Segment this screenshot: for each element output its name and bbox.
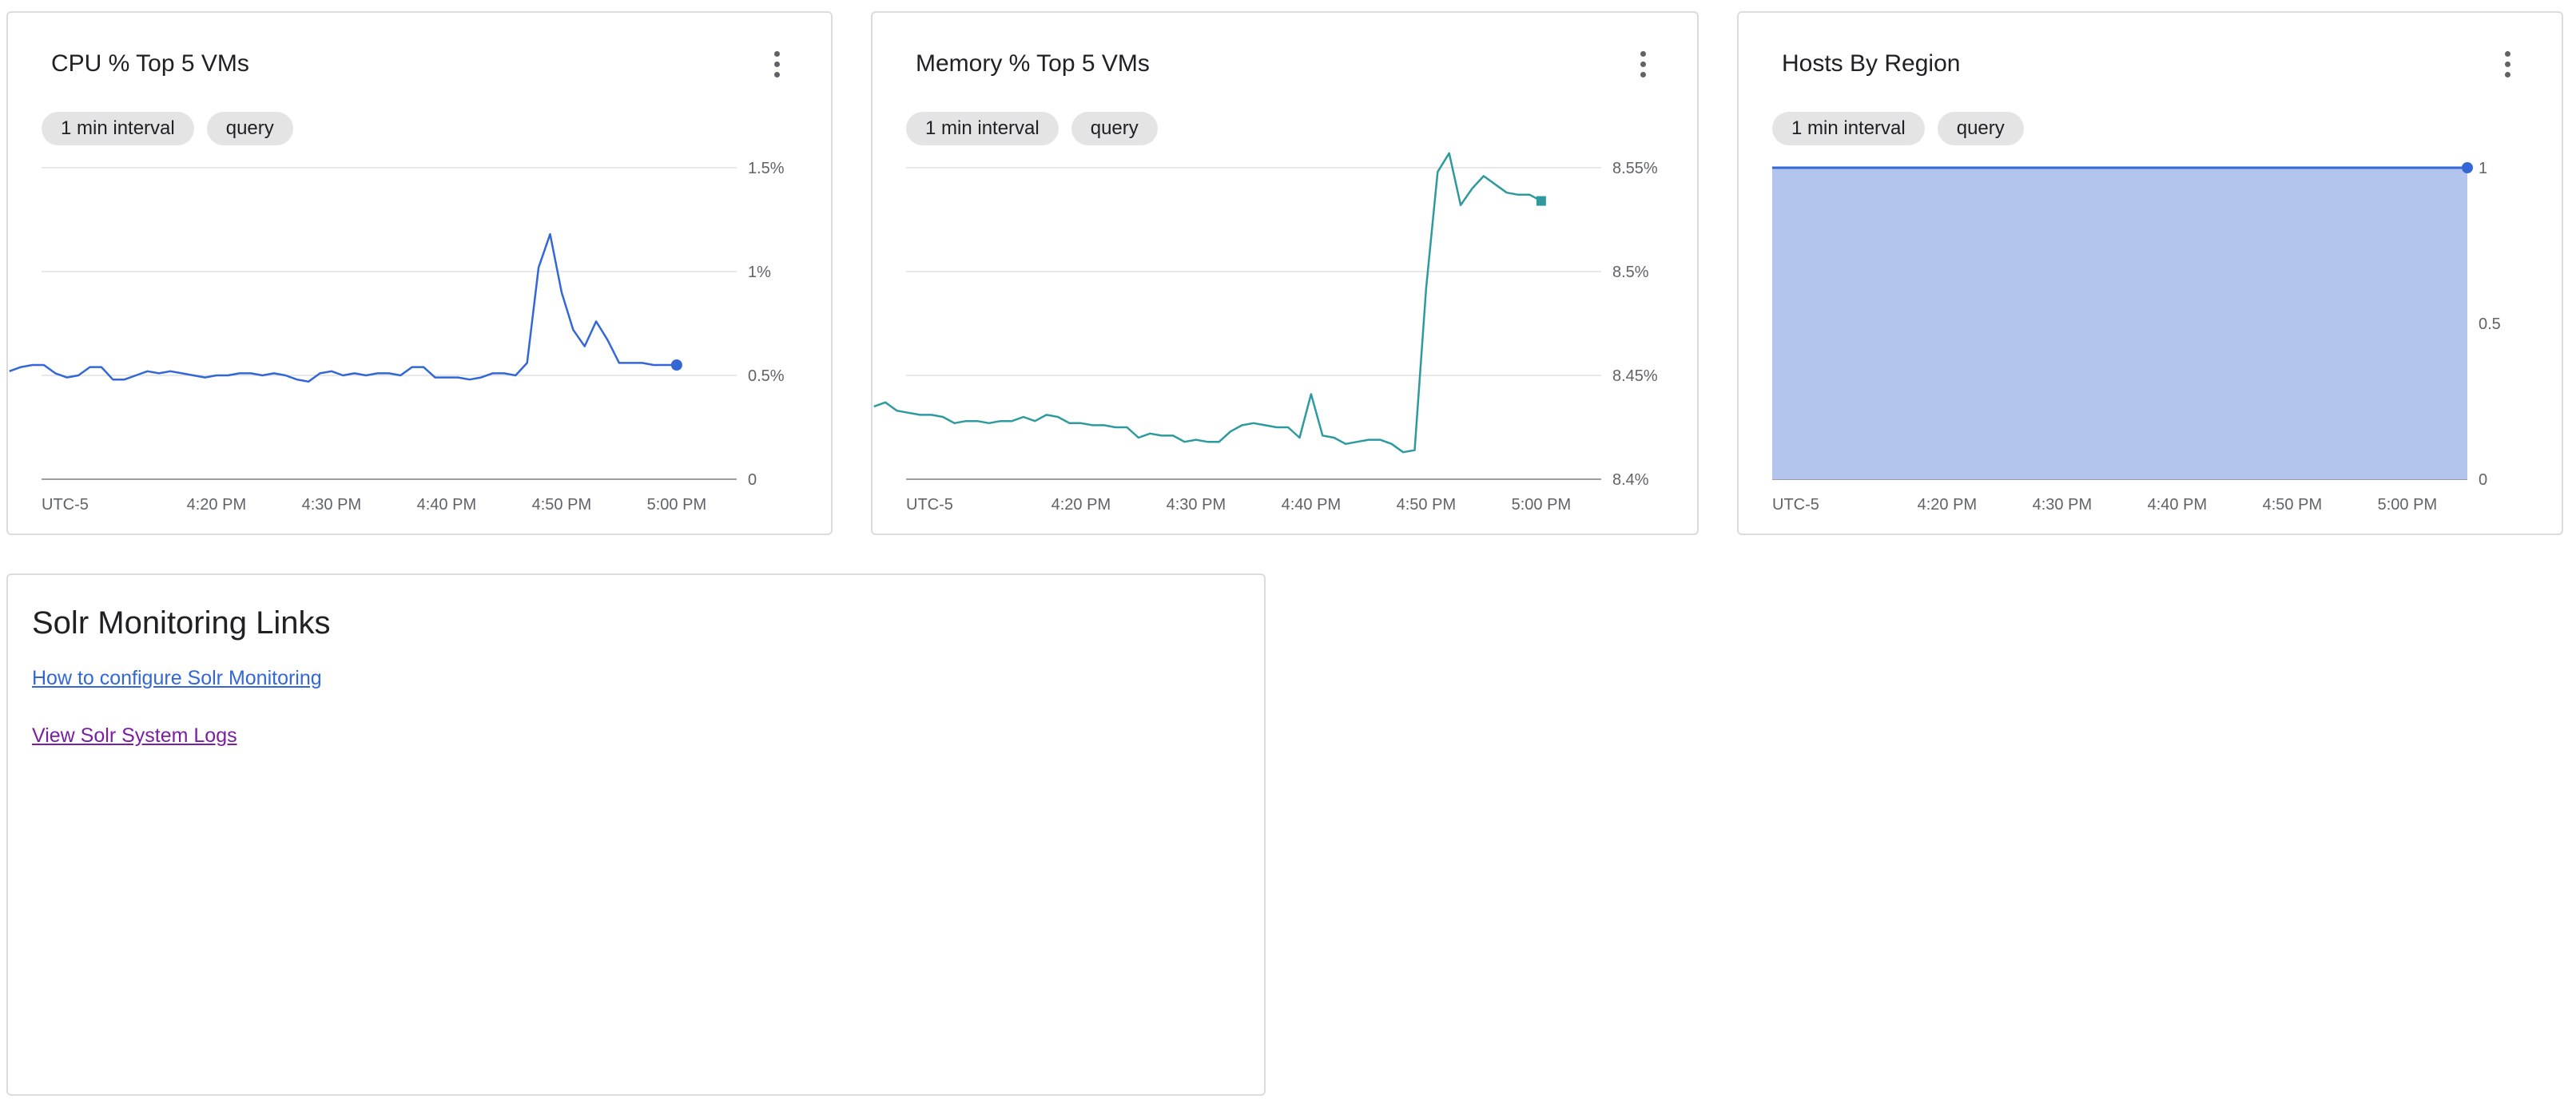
more-vert-icon[interactable] — [761, 48, 793, 80]
y-tick-label: 1.5% — [748, 160, 785, 177]
memory-chart: 8.4% 8.45% 8.5% 8.55% UTC-5 4:20 PM 4:30 PM 4:4… — [873, 152, 1658, 514]
y-tick-label: 0 — [2479, 471, 2487, 489]
series-endpoint — [1536, 196, 1546, 206]
series-line — [873, 152, 1542, 454]
area-fill — [1772, 168, 2467, 479]
x-tick-label: 4:30 PM — [2033, 496, 2092, 514]
timezone-label: UTC-5 — [1772, 496, 1819, 514]
links-card-title: Solr Monitoring Links — [32, 605, 331, 641]
more-vert-icon[interactable] — [1627, 48, 1659, 80]
x-tick-label: 4:50 PM — [2263, 496, 2322, 514]
x-tick-label: 4:50 PM — [532, 496, 591, 514]
x-tick-label: 4:40 PM — [1282, 496, 1341, 514]
y-tick-label: 8.55% — [1612, 160, 1658, 177]
y-tick-label: 0 — [748, 471, 757, 489]
interval-chip[interactable]: 1 min interval — [1772, 112, 1925, 145]
x-tick-label: 4:40 PM — [2148, 496, 2207, 514]
x-tick-label: 4:30 PM — [1167, 496, 1226, 514]
x-tick-label: 4:20 PM — [187, 496, 246, 514]
cpu-chart: 0 0.5% 1% 1.5% UTC-5 4:20 PM 4:30 PM 4:40 PM 4:5… — [9, 160, 785, 514]
x-tick-label: 5:00 PM — [647, 496, 706, 514]
query-chip[interactable]: query — [1937, 112, 2024, 145]
series-endpoint — [2462, 162, 2473, 173]
interval-chip[interactable]: 1 min interval — [42, 112, 194, 145]
solr-links-card: Solr Monitoring Links How to configure S… — [6, 573, 1266, 1096]
series-line — [9, 232, 677, 383]
query-chip[interactable]: query — [206, 112, 293, 145]
y-tick-label: 1 — [2479, 160, 2487, 177]
series-endpoint — [670, 359, 682, 371]
hosts-chart: 0 0.5 1 UTC-5 4:20 PM 4:30 PM 4:40 PM 4:50 PM 5:… — [1772, 160, 2501, 514]
memory-chart-card: 8.4% 8.45% 8.5% 8.55% UTC-5 4:20 PM 4:30 PM 4:4… — [871, 11, 1699, 535]
timezone-label: UTC-5 — [906, 496, 953, 514]
x-tick-label: 5:00 PM — [1512, 496, 1571, 514]
y-tick-label: 8.5% — [1612, 264, 1649, 281]
y-tick-label: 8.45% — [1612, 367, 1658, 385]
solr-logs-link[interactable]: View Solr System Logs — [32, 722, 237, 749]
x-tick-label: 4:40 PM — [417, 496, 476, 514]
cpu-card-title: CPU % Top 5 VMs — [51, 50, 249, 77]
x-tick-label: 4:20 PM — [1918, 496, 1977, 514]
y-tick-label: 0.5 — [2479, 315, 2501, 333]
configure-solr-link[interactable]: How to configure Solr Monitoring — [32, 665, 322, 692]
x-tick-label: 4:20 PM — [1051, 496, 1111, 514]
y-tick-label: 8.4% — [1612, 471, 1649, 489]
x-tick-label: 4:30 PM — [302, 496, 361, 514]
y-tick-label: 0.5% — [748, 367, 785, 385]
memory-card-title: Memory % Top 5 VMs — [916, 50, 1150, 77]
hosts-chart-card: 0 0.5 1 UTC-5 4:20 PM 4:30 PM 4:40 PM 4:50 PM 5:… — [1737, 11, 2563, 535]
query-chip[interactable]: query — [1071, 112, 1158, 145]
x-tick-label: 5:00 PM — [2378, 496, 2437, 514]
timezone-label: UTC-5 — [42, 496, 89, 514]
interval-chip[interactable]: 1 min interval — [906, 112, 1059, 145]
hosts-card-title: Hosts By Region — [1782, 50, 1961, 77]
x-tick-label: 4:50 PM — [1397, 496, 1456, 514]
more-vert-icon[interactable] — [2491, 48, 2523, 80]
y-tick-label: 1% — [748, 264, 771, 281]
cpu-chart-card: 0 0.5% 1% 1.5% UTC-5 4:20 PM 4:30 PM 4:40 PM 4:5… — [6, 11, 833, 535]
